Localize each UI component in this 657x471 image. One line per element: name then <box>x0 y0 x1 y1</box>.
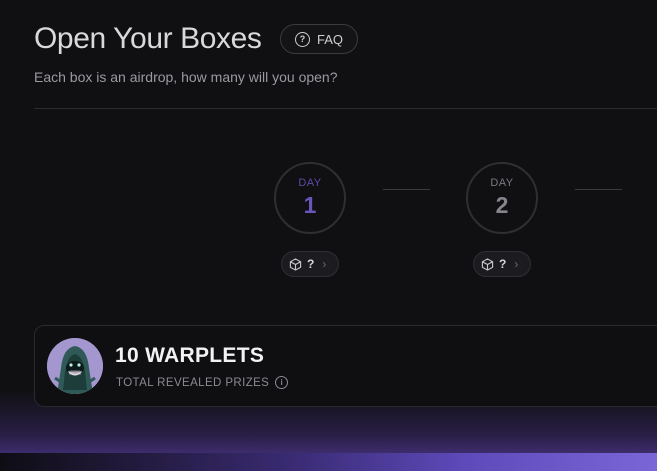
day-connector <box>383 189 430 190</box>
chevron-right-icon: › <box>322 257 327 271</box>
day-number: 1 <box>303 192 317 218</box>
header-divider <box>34 108 657 109</box>
page-title: Open Your Boxes <box>34 22 262 55</box>
prizes-subtitle-row: TOTAL REVEALED PRIZES i <box>116 376 289 389</box>
prizes-title: 10 WARPLETS <box>115 344 265 367</box>
warplet-avatar <box>47 338 103 394</box>
cube-icon <box>481 257 494 271</box>
box-count: ? <box>307 257 315 271</box>
box-count: ? <box>499 257 507 271</box>
question-circle-icon: ? <box>294 31 310 47</box>
page-subtitle: Each box is an airdrop, how many will yo… <box>34 69 338 85</box>
prizes-subtitle: TOTAL REVEALED PRIZES <box>116 376 270 389</box>
day-number: 2 <box>495 192 509 218</box>
day-connector <box>575 189 622 190</box>
day-1-circle[interactable]: DAY 1 <box>274 162 346 234</box>
bottom-gradient-strip <box>0 453 657 471</box>
info-icon[interactable]: i <box>275 376 289 389</box>
day-2-circle[interactable]: DAY 2 <box>466 162 538 234</box>
day-2-box-chip[interactable]: ? › <box>473 251 531 277</box>
cube-icon <box>289 257 302 271</box>
faq-label: FAQ <box>316 31 343 47</box>
faq-button[interactable]: ? FAQ <box>280 24 358 54</box>
chevron-right-icon: › <box>514 257 519 271</box>
day-label: DAY <box>298 177 322 189</box>
day-1-box-chip[interactable]: ? › <box>281 251 339 277</box>
day-label: DAY <box>490 177 514 189</box>
prizes-card: 10 WARPLETS TOTAL REVEALED PRIZES i <box>34 325 657 407</box>
